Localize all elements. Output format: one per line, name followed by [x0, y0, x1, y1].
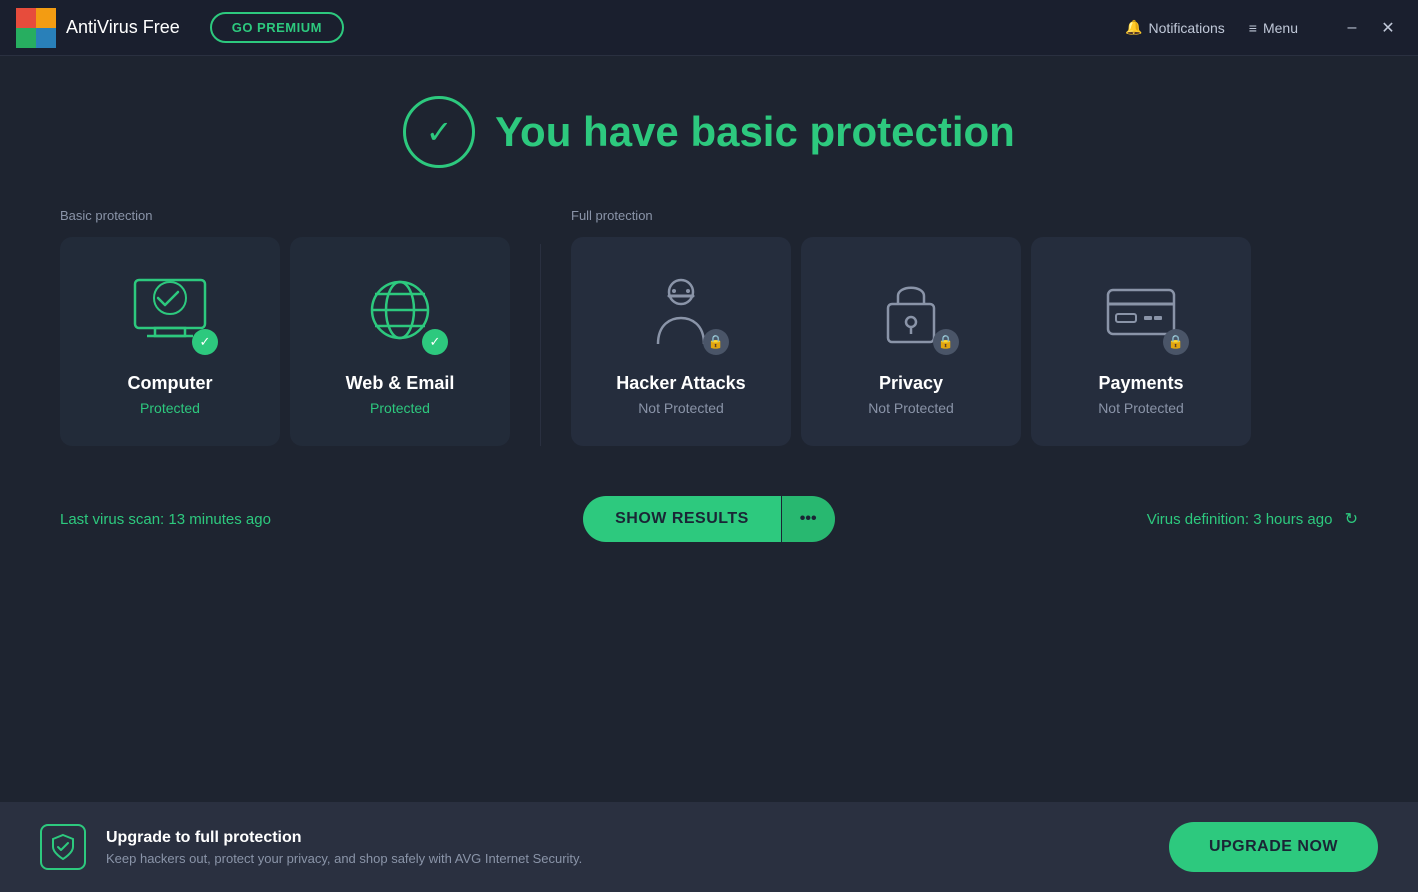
payments-card-title: Payments [1098, 373, 1183, 394]
hacker-attacks-icon-wrap: 🔒 [631, 267, 731, 357]
privacy-card-status: Not Protected [868, 400, 954, 416]
notifications-button[interactable]: 🔔 Notifications [1125, 19, 1225, 36]
hero-text: You have basic protection [495, 108, 1015, 156]
upgrade-now-button[interactable]: UPGRADE NOW [1169, 822, 1378, 872]
web-email-card[interactable]: ✓ Web & Email Protected [290, 237, 510, 446]
privacy-badge: 🔒 [933, 329, 959, 355]
show-results-button[interactable]: SHOW RESULTS [583, 496, 781, 542]
section-divider [540, 244, 541, 446]
title-right: 🔔 Notifications ≡ Menu – ✕ [1125, 14, 1402, 42]
window-controls: – ✕ [1338, 14, 1402, 42]
go-premium-button[interactable]: GO PREMIUM [210, 12, 344, 43]
payments-badge: 🔒 [1163, 329, 1189, 355]
upgrade-title: Upgrade to full protection [106, 829, 582, 847]
virus-definition-info: Virus definition: 3 hours ago ↻ [1147, 509, 1358, 529]
app-title: AntiVirus Free [66, 17, 180, 38]
refresh-icon[interactable]: ↻ [1345, 511, 1358, 528]
menu-button[interactable]: ≡ Menu [1249, 20, 1298, 36]
hacker-attacks-card-title: Hacker Attacks [616, 373, 745, 394]
shield-icon [49, 833, 77, 861]
hero-section: ✓ You have basic protection [60, 96, 1358, 168]
full-cards-row: 🔒 Hacker Attacks Not Protected [571, 237, 1358, 446]
hacker-attacks-badge: 🔒 [703, 329, 729, 355]
scan-button-group: SHOW RESULTS ••• [583, 496, 835, 542]
basic-section-label: Basic protection [60, 208, 510, 223]
basic-protection-section: Basic protection ✓ Computer [60, 208, 510, 446]
upgrade-description: Keep hackers out, protect your privacy, … [106, 851, 582, 866]
more-options-button[interactable]: ••• [781, 496, 835, 542]
computer-card-status: Protected [140, 400, 200, 416]
web-email-card-title: Web & Email [346, 373, 455, 394]
hamburger-icon: ≡ [1249, 20, 1257, 36]
web-email-badge: ✓ [422, 329, 448, 355]
hacker-attacks-card-status: Not Protected [638, 400, 724, 416]
basic-cards-row: ✓ Computer Protected [60, 237, 510, 446]
upgrade-shield-icon [40, 824, 86, 870]
computer-card[interactable]: ✓ Computer Protected [60, 237, 280, 446]
hacker-attacks-card[interactable]: 🔒 Hacker Attacks Not Protected [571, 237, 791, 446]
protection-area: Basic protection ✓ Computer [60, 208, 1358, 446]
upgrade-footer: Upgrade to full protection Keep hackers … [0, 802, 1418, 892]
logo-area: AntiVirus Free GO PREMIUM [16, 8, 344, 48]
web-email-icon-wrap: ✓ [350, 267, 450, 357]
privacy-icon-wrap: 🔒 [861, 267, 961, 357]
payments-card-status: Not Protected [1098, 400, 1184, 416]
web-email-card-status: Protected [370, 400, 430, 416]
title-bar: AntiVirus Free GO PREMIUM 🔔 Notification… [0, 0, 1418, 56]
full-protection-section: Full protection [571, 208, 1358, 446]
privacy-card[interactable]: 🔒 Privacy Not Protected [801, 237, 1021, 446]
privacy-card-title: Privacy [879, 373, 943, 394]
hero-circle: ✓ [403, 96, 475, 168]
computer-badge: ✓ [192, 329, 218, 355]
payments-card[interactable]: 🔒 Payments Not Protected [1031, 237, 1251, 446]
main-content: ✓ You have basic protection Basic protec… [0, 56, 1418, 542]
checkmark-icon: ✓ [426, 113, 453, 151]
upgrade-text: Upgrade to full protection Keep hackers … [106, 829, 582, 866]
computer-card-title: Computer [128, 373, 213, 394]
avg-logo-icon [16, 8, 56, 48]
scan-bar: Last virus scan: 13 minutes ago SHOW RES… [60, 496, 1358, 542]
minimize-button[interactable]: – [1338, 14, 1366, 42]
close-button[interactable]: ✕ [1374, 14, 1402, 42]
bell-icon: 🔔 [1125, 19, 1142, 36]
payments-icon-wrap: 🔒 [1091, 267, 1191, 357]
last-scan-info: Last virus scan: 13 minutes ago [60, 511, 271, 528]
full-section-label: Full protection [571, 208, 1358, 223]
computer-icon-wrap: ✓ [120, 267, 220, 357]
virus-def-value: 3 hours ago [1253, 511, 1332, 528]
last-scan-value: 13 minutes ago [168, 511, 271, 528]
